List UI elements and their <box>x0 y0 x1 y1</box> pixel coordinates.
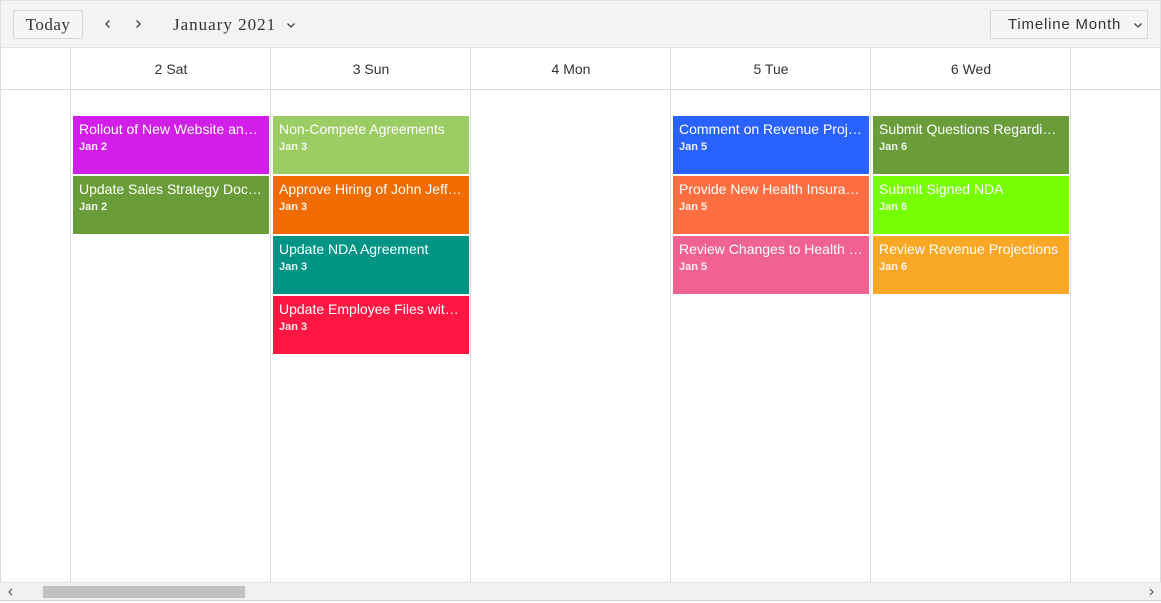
event-title: Update NDA Agreement <box>279 241 429 257</box>
column-divider <box>470 48 471 582</box>
scroll-right-arrow-icon <box>1149 588 1154 596</box>
event-card[interactable]: Review Changes to Health Insurance Cover… <box>673 236 869 294</box>
event-card[interactable]: Update Employee Files with New NDA Jan 3 <box>273 296 469 354</box>
event-date: Jan 6 <box>879 261 908 273</box>
event-card[interactable]: Update NDA Agreement Jan 3 <box>273 236 469 294</box>
event-title: Review Revenue Projections <box>879 241 1058 257</box>
event-card[interactable]: Non-Compete Agreements Jan 3 <box>273 116 469 174</box>
date-range-picker[interactable]: January 2021 <box>173 10 296 39</box>
event-card[interactable]: Rollout of New Website and Marketing Bro… <box>73 116 269 174</box>
event-date: Jan 2 <box>79 201 108 213</box>
event-card[interactable]: Review Revenue Projections Jan 6 <box>873 236 1069 294</box>
event-date: Jan 3 <box>279 201 308 213</box>
event-date: Jan 6 <box>879 141 908 153</box>
scroll-right-button[interactable] <box>1143 583 1159 601</box>
scheduler-toolbar: Today January 2021 Timeline Month <box>0 0 1161 48</box>
column-divider <box>270 48 271 582</box>
event-title: Submit Questions Regarding New NDA <box>879 121 1063 137</box>
event-date: Jan 5 <box>679 201 708 213</box>
event-date: Jan 2 <box>79 141 108 153</box>
scroll-left-arrow-icon <box>7 588 12 596</box>
timeline-grid: 2 Sat 3 Sun 4 Mon 5 Tue 6 Wed 7 Rollout … <box>0 48 1161 582</box>
today-button[interactable]: Today <box>13 10 83 39</box>
day-header-4-mon[interactable]: 4 Mon <box>471 48 671 89</box>
event-card[interactable]: Provide New Health Insurance Docs Jan 5 <box>673 176 869 234</box>
event-date: Jan 3 <box>279 141 308 153</box>
day-header-3-sun[interactable]: 3 Sun <box>271 48 471 89</box>
event-title: Provide New Health Insurance Docs <box>679 181 863 197</box>
event-date: Jan 3 <box>279 321 308 333</box>
column-divider <box>1070 48 1071 582</box>
scrollbar-thumb[interactable] <box>43 586 245 598</box>
event-card[interactable]: Submit Signed NDA Jan 6 <box>873 176 1069 234</box>
next-button[interactable] <box>129 13 147 35</box>
event-card[interactable]: Comment on Revenue Projections Jan 5 <box>673 116 869 174</box>
prev-button[interactable] <box>99 13 117 35</box>
event-title: Comment on Revenue Projections <box>679 121 863 137</box>
event-title: Review Changes to Health Insurance Cover… <box>679 241 863 257</box>
date-range-label: January 2021 <box>173 14 277 34</box>
event-title: Update Employee Files with New NDA <box>279 301 463 317</box>
event-date: Jan 6 <box>879 201 908 213</box>
column-divider <box>870 48 871 582</box>
chevron-down-icon <box>287 22 296 28</box>
event-card[interactable]: Approve Hiring of John Jeffers Jan 3 <box>273 176 469 234</box>
day-header-5-tue[interactable]: 5 Tue <box>671 48 871 89</box>
chevron-down-icon <box>1134 22 1143 28</box>
event-title: Non-Compete Agreements <box>279 121 445 137</box>
event-date: Jan 5 <box>679 261 708 273</box>
event-date: Jan 3 <box>279 261 308 273</box>
event-title: Update Sales Strategy Documents <box>79 181 263 197</box>
event-date: Jan 5 <box>679 141 708 153</box>
column-divider <box>70 48 71 582</box>
horizontal-scrollbar[interactable] <box>0 582 1161 601</box>
chevron-right-icon <box>136 20 141 28</box>
event-card[interactable]: Update Sales Strategy Documents Jan 2 <box>73 176 269 234</box>
event-card[interactable]: Submit Questions Regarding New NDA Jan 6 <box>873 116 1069 174</box>
event-title: Rollout of New Website and Marketing Bro… <box>79 121 263 137</box>
scroll-left-button[interactable] <box>2 583 18 601</box>
event-title: Approve Hiring of John Jeffers <box>279 181 463 197</box>
day-header-2-sat[interactable]: 2 Sat <box>71 48 271 89</box>
chevron-left-icon <box>105 20 110 28</box>
view-label: Timeline Month <box>1008 16 1122 33</box>
event-title: Submit Signed NDA <box>879 181 1004 197</box>
day-header-7[interactable]: 7 <box>1071 48 1160 89</box>
view-dropdown[interactable]: Timeline Month <box>990 10 1148 39</box>
day-header-6-wed[interactable]: 6 Wed <box>871 48 1071 89</box>
column-divider <box>670 48 671 582</box>
date-header-row: 2 Sat 3 Sun 4 Mon 5 Tue 6 Wed 7 <box>1 48 1160 90</box>
